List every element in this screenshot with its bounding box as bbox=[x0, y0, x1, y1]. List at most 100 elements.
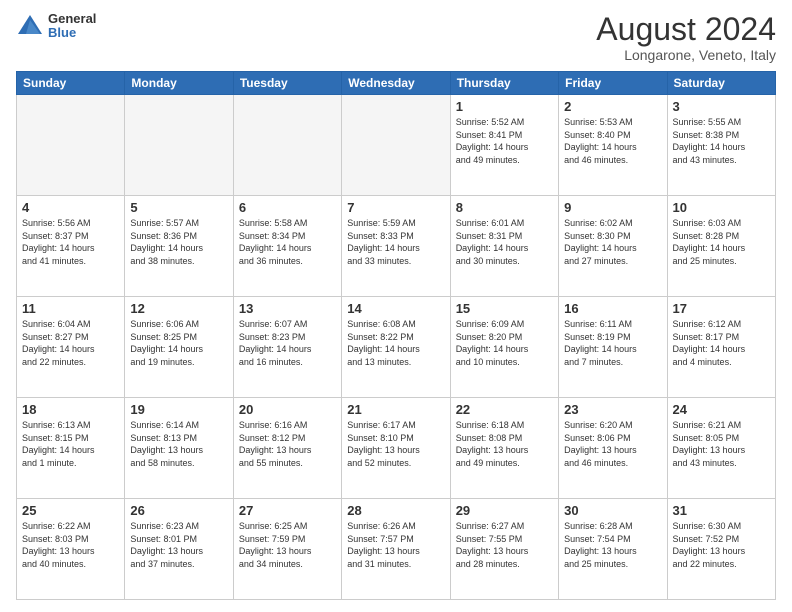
calendar-cell-w0-d1 bbox=[125, 95, 233, 196]
calendar-cell-w2-d6: 17 Sunrise: 6:12 AM Sunset: 8:17 PM Dayli… bbox=[667, 297, 775, 398]
calendar-cell-w3-d6: 24 Sunrise: 6:21 AM Sunset: 8:05 PM Dayli… bbox=[667, 398, 775, 499]
day-number-26: 26 bbox=[130, 503, 227, 518]
calendar-cell-w0-d4: 1Sunrise: 5:52 AM Sunset: 8:41 PM Daylig… bbox=[450, 95, 558, 196]
calendar-cell-w0-d3 bbox=[342, 95, 450, 196]
calendar-cell-w0-d0 bbox=[17, 95, 125, 196]
day-info-27: Sunrise: 6:25 AM Sunset: 7:59 PM Dayligh… bbox=[239, 520, 336, 570]
calendar-cell-w3-d3: 21Sunrise: 6:17 AM Sunset: 8:10 PM Dayli… bbox=[342, 398, 450, 499]
calendar-cell-w4-d4: 29 Sunrise: 6:27 AM Sunset: 7:55 PM Dayli… bbox=[450, 499, 558, 600]
day-number-30: 30 bbox=[564, 503, 661, 518]
day-number-20: 20 bbox=[239, 402, 336, 417]
day-info-11: Sunrise: 6:04 AM Sunset: 8:27 PM Dayligh… bbox=[22, 318, 119, 368]
header-saturday: Saturday bbox=[667, 72, 775, 95]
calendar-cell-w2-d5: 16 Sunrise: 6:11 AM Sunset: 8:19 PM Dayli… bbox=[559, 297, 667, 398]
day-info-5: Sunrise: 5:57 AM Sunset: 8:36 PM Dayligh… bbox=[130, 217, 227, 267]
day-info-2: Sunrise: 5:53 AM Sunset: 8:40 PM Dayligh… bbox=[564, 116, 661, 166]
day-info-1: Sunrise: 5:52 AM Sunset: 8:41 PM Dayligh… bbox=[456, 116, 553, 166]
calendar-body: 1Sunrise: 5:52 AM Sunset: 8:41 PM Daylig… bbox=[17, 95, 776, 600]
day-info-14: Sunrise: 6:08 AM Sunset: 8:22 PM Dayligh… bbox=[347, 318, 444, 368]
day-info-24: Sunrise: 6:21 AM Sunset: 8:05 PM Dayligh… bbox=[673, 419, 770, 469]
logo-blue-text: Blue bbox=[48, 26, 96, 40]
day-number-9: 9 bbox=[564, 200, 661, 215]
header-sunday: Sunday bbox=[17, 72, 125, 95]
calendar-cell-w2-d4: 15Sunrise: 6:09 AM Sunset: 8:20 PM Dayli… bbox=[450, 297, 558, 398]
calendar-cell-w0-d6: 3 Sunrise: 5:55 AM Sunset: 8:38 PM Daylig… bbox=[667, 95, 775, 196]
day-info-9: Sunrise: 6:02 AM Sunset: 8:30 PM Dayligh… bbox=[564, 217, 661, 267]
day-number-18: 18 bbox=[22, 402, 119, 417]
day-info-26: Sunrise: 6:23 AM Sunset: 8:01 PM Dayligh… bbox=[130, 520, 227, 570]
logo-text: General Blue bbox=[48, 12, 96, 41]
day-number-15: 15 bbox=[456, 301, 553, 316]
calendar-cell-w3-d1: 19 Sunrise: 6:14 AM Sunset: 8:13 PM Dayli… bbox=[125, 398, 233, 499]
day-number-29: 29 bbox=[456, 503, 553, 518]
calendar-cell-w1-d6: 10 Sunrise: 6:03 AM Sunset: 8:28 PM Dayli… bbox=[667, 196, 775, 297]
week-row-3: 18Sunrise: 6:13 AM Sunset: 8:15 PM Dayli… bbox=[17, 398, 776, 499]
calendar-table: Sunday Monday Tuesday Wednesday Thursday… bbox=[16, 71, 776, 600]
week-row-4: 25Sunrise: 6:22 AM Sunset: 8:03 PM Dayli… bbox=[17, 499, 776, 600]
day-number-3: 3 bbox=[673, 99, 770, 114]
day-number-24: 24 bbox=[673, 402, 770, 417]
header-tuesday: Tuesday bbox=[233, 72, 341, 95]
day-info-10: Sunrise: 6:03 AM Sunset: 8:28 PM Dayligh… bbox=[673, 217, 770, 267]
logo-icon bbox=[16, 12, 44, 40]
day-number-12: 12 bbox=[130, 301, 227, 316]
week-row-1: 4Sunrise: 5:56 AM Sunset: 8:37 PM Daylig… bbox=[17, 196, 776, 297]
day-number-31: 31 bbox=[673, 503, 770, 518]
day-number-28: 28 bbox=[347, 503, 444, 518]
header-thursday: Thursday bbox=[450, 72, 558, 95]
week-row-0: 1Sunrise: 5:52 AM Sunset: 8:41 PM Daylig… bbox=[17, 95, 776, 196]
calendar-cell-w4-d6: 31Sunrise: 6:30 AM Sunset: 7:52 PM Dayli… bbox=[667, 499, 775, 600]
day-info-12: Sunrise: 6:06 AM Sunset: 8:25 PM Dayligh… bbox=[130, 318, 227, 368]
day-number-22: 22 bbox=[456, 402, 553, 417]
header-wednesday: Wednesday bbox=[342, 72, 450, 95]
day-info-22: Sunrise: 6:18 AM Sunset: 8:08 PM Dayligh… bbox=[456, 419, 553, 469]
day-number-16: 16 bbox=[564, 301, 661, 316]
day-number-10: 10 bbox=[673, 200, 770, 215]
calendar-cell-w1-d0: 4Sunrise: 5:56 AM Sunset: 8:37 PM Daylig… bbox=[17, 196, 125, 297]
calendar-cell-w3-d0: 18Sunrise: 6:13 AM Sunset: 8:15 PM Dayli… bbox=[17, 398, 125, 499]
calendar-cell-w3-d2: 20 Sunrise: 6:16 AM Sunset: 8:12 PM Dayli… bbox=[233, 398, 341, 499]
day-number-23: 23 bbox=[564, 402, 661, 417]
day-number-11: 11 bbox=[22, 301, 119, 316]
day-number-14: 14 bbox=[347, 301, 444, 316]
logo: General Blue bbox=[16, 12, 96, 41]
header-friday: Friday bbox=[559, 72, 667, 95]
day-number-6: 6 bbox=[239, 200, 336, 215]
day-number-2: 2 bbox=[564, 99, 661, 114]
day-info-25: Sunrise: 6:22 AM Sunset: 8:03 PM Dayligh… bbox=[22, 520, 119, 570]
day-info-3: Sunrise: 5:55 AM Sunset: 8:38 PM Dayligh… bbox=[673, 116, 770, 166]
calendar-cell-w4-d1: 26 Sunrise: 6:23 AM Sunset: 8:01 PM Dayli… bbox=[125, 499, 233, 600]
day-info-16: Sunrise: 6:11 AM Sunset: 8:19 PM Dayligh… bbox=[564, 318, 661, 368]
day-info-30: Sunrise: 6:28 AM Sunset: 7:54 PM Dayligh… bbox=[564, 520, 661, 570]
day-number-8: 8 bbox=[456, 200, 553, 215]
calendar-cell-w4-d2: 27Sunrise: 6:25 AM Sunset: 7:59 PM Dayli… bbox=[233, 499, 341, 600]
calendar-cell-w3-d4: 22 Sunrise: 6:18 AM Sunset: 8:08 PM Dayli… bbox=[450, 398, 558, 499]
day-info-6: Sunrise: 5:58 AM Sunset: 8:34 PM Dayligh… bbox=[239, 217, 336, 267]
logo-general-text: General bbox=[48, 12, 96, 26]
day-info-7: Sunrise: 5:59 AM Sunset: 8:33 PM Dayligh… bbox=[347, 217, 444, 267]
day-number-17: 17 bbox=[673, 301, 770, 316]
calendar-cell-w2-d1: 12 Sunrise: 6:06 AM Sunset: 8:25 PM Dayli… bbox=[125, 297, 233, 398]
day-number-13: 13 bbox=[239, 301, 336, 316]
calendar-subtitle: Longarone, Veneto, Italy bbox=[596, 47, 776, 63]
calendar-cell-w2-d0: 11 Sunrise: 6:04 AM Sunset: 8:27 PM Dayli… bbox=[17, 297, 125, 398]
day-info-23: Sunrise: 6:20 AM Sunset: 8:06 PM Dayligh… bbox=[564, 419, 661, 469]
day-info-28: Sunrise: 6:26 AM Sunset: 7:57 PM Dayligh… bbox=[347, 520, 444, 570]
day-number-7: 7 bbox=[347, 200, 444, 215]
weekday-header-row: Sunday Monday Tuesday Wednesday Thursday… bbox=[17, 72, 776, 95]
day-number-5: 5 bbox=[130, 200, 227, 215]
day-info-19: Sunrise: 6:14 AM Sunset: 8:13 PM Dayligh… bbox=[130, 419, 227, 469]
day-info-17: Sunrise: 6:12 AM Sunset: 8:17 PM Dayligh… bbox=[673, 318, 770, 368]
day-info-29: Sunrise: 6:27 AM Sunset: 7:55 PM Dayligh… bbox=[456, 520, 553, 570]
calendar-cell-w1-d2: 6 Sunrise: 5:58 AM Sunset: 8:34 PM Daylig… bbox=[233, 196, 341, 297]
page: General Blue August 2024 Longarone, Vene… bbox=[0, 0, 792, 612]
title-block: August 2024 Longarone, Veneto, Italy bbox=[596, 12, 776, 63]
header-monday: Monday bbox=[125, 72, 233, 95]
day-info-21: Sunrise: 6:17 AM Sunset: 8:10 PM Dayligh… bbox=[347, 419, 444, 469]
header: General Blue August 2024 Longarone, Vene… bbox=[16, 12, 776, 63]
day-number-19: 19 bbox=[130, 402, 227, 417]
day-info-20: Sunrise: 6:16 AM Sunset: 8:12 PM Dayligh… bbox=[239, 419, 336, 469]
calendar-cell-w1-d5: 9 Sunrise: 6:02 AM Sunset: 8:30 PM Daylig… bbox=[559, 196, 667, 297]
calendar-cell-w3-d5: 23 Sunrise: 6:20 AM Sunset: 8:06 PM Dayli… bbox=[559, 398, 667, 499]
calendar-cell-w1-d4: 8Sunrise: 6:01 AM Sunset: 8:31 PM Daylig… bbox=[450, 196, 558, 297]
